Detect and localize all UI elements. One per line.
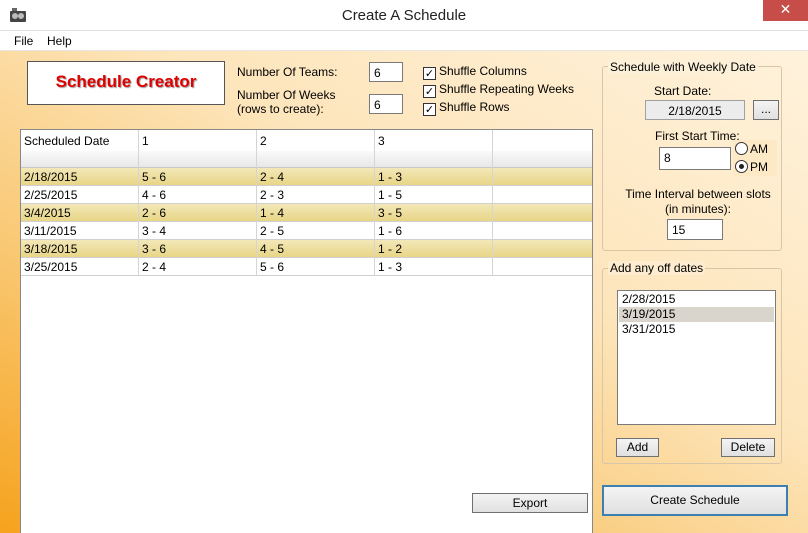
table-row[interactable]: 2/18/2015 5 - 6 2 - 4 1 - 3 [21, 168, 592, 186]
grid-subheader-cell [257, 151, 375, 168]
grid-header: Scheduled Date 1 2 3 [21, 130, 592, 151]
menu-file[interactable]: File [14, 34, 33, 48]
table-cell[interactable]: 1 - 3 [375, 258, 493, 276]
list-item[interactable]: 2/28/2015 [619, 292, 774, 307]
table-cell[interactable]: 3/11/2015 [21, 222, 139, 240]
table-cell[interactable]: 2 - 6 [139, 204, 257, 222]
table-cell[interactable]: 1 - 3 [375, 168, 493, 186]
table-cell[interactable]: 1 - 6 [375, 222, 493, 240]
weeks-label-line2: (rows to create): [237, 102, 324, 116]
pm-radio[interactable]: PM [735, 160, 768, 174]
off-dates-group-title: Add any off dates [608, 261, 706, 275]
list-item[interactable]: 3/31/2015 [619, 322, 774, 337]
shuffle-repeating-weeks-label: Shuffle Repeating Weeks [439, 82, 574, 96]
column-header-date[interactable]: Scheduled Date [21, 130, 139, 151]
teams-label: Number Of Teams: [237, 65, 338, 79]
column-header-3[interactable]: 3 [375, 130, 493, 151]
main-panel: Schedule Creator Number Of Teams: 6 Numb… [0, 51, 808, 533]
table-cell[interactable]: 2/25/2015 [21, 186, 139, 204]
table-cell[interactable] [493, 240, 592, 258]
checkbox-checked-icon: ✓ [423, 67, 436, 80]
table-cell[interactable]: 5 - 6 [257, 258, 375, 276]
table-cell[interactable] [493, 204, 592, 222]
am-radio[interactable]: AM [735, 142, 768, 156]
table-cell[interactable] [493, 168, 592, 186]
weeks-label-line1: Number Of Weeks [237, 88, 336, 102]
schedule-grid[interactable]: Scheduled Date 1 2 3 2/18/2015 5 - 6 2 -… [20, 129, 593, 533]
menu-help[interactable]: Help [47, 34, 72, 48]
export-button[interactable]: Export [472, 493, 588, 513]
logo-box: Schedule Creator [27, 61, 225, 105]
table-cell[interactable]: 3/4/2015 [21, 204, 139, 222]
list-item[interactable]: 3/19/2015 [619, 307, 774, 322]
delete-date-button[interactable]: Delete [721, 438, 775, 457]
table-cell[interactable]: 1 - 4 [257, 204, 375, 222]
column-header-empty [493, 130, 592, 151]
table-cell[interactable]: 2 - 4 [257, 168, 375, 186]
table-cell[interactable]: 5 - 6 [139, 168, 257, 186]
window-title: Create A Schedule [341, 7, 467, 24]
interval-label-line1: Time Interval between slots [625, 187, 771, 201]
table-cell[interactable]: 1 - 5 [375, 186, 493, 204]
grid-subheader-cell [493, 151, 592, 168]
start-date-field[interactable]: 2/18/2015 [645, 100, 745, 120]
first-start-time-input[interactable]: 8 [659, 147, 731, 170]
column-header-2[interactable]: 2 [257, 130, 375, 151]
am-label: AM [750, 142, 768, 156]
grid-subheader-cell [21, 151, 139, 168]
table-cell[interactable]: 2/18/2015 [21, 168, 139, 186]
table-cell[interactable]: 3 - 4 [139, 222, 257, 240]
table-row[interactable]: 3/4/2015 2 - 6 1 - 4 3 - 5 [21, 204, 592, 222]
teams-input[interactable]: 6 [369, 62, 403, 82]
title-bar: Create A Schedule ✕ [0, 0, 808, 31]
shuffle-repeating-weeks-checkbox[interactable]: ✓ Shuffle Repeating Weeks [423, 82, 574, 98]
table-cell[interactable] [493, 222, 592, 240]
table-row[interactable]: 3/25/2015 2 - 4 5 - 6 1 - 3 [21, 258, 592, 276]
create-schedule-button[interactable]: Create Schedule [602, 485, 788, 516]
table-row[interactable]: 3/11/2015 3 - 4 2 - 5 1 - 6 [21, 222, 592, 240]
grid-subheader-cell [139, 151, 257, 168]
checkbox-checked-icon: ✓ [423, 103, 436, 116]
table-cell[interactable]: 2 - 3 [257, 186, 375, 204]
table-row[interactable]: 3/18/2015 3 - 6 4 - 5 1 - 2 [21, 240, 592, 258]
radio-unselected-icon [735, 142, 748, 155]
table-row[interactable]: 2/25/2015 4 - 6 2 - 3 1 - 5 [21, 186, 592, 204]
radio-selected-icon [735, 160, 748, 173]
table-cell[interactable] [493, 186, 592, 204]
checkbox-checked-icon: ✓ [423, 85, 436, 98]
weekly-date-group-title: Schedule with Weekly Date [608, 60, 758, 74]
table-cell[interactable]: 4 - 5 [257, 240, 375, 258]
pm-label: PM [750, 160, 768, 174]
menu-bar: File Help [0, 31, 808, 51]
grid-subheader-cell [375, 151, 493, 168]
start-date-label: Start Date: [654, 84, 712, 98]
table-cell[interactable]: 3/18/2015 [21, 240, 139, 258]
table-cell[interactable]: 3 - 6 [139, 240, 257, 258]
interval-label-line2: (in minutes): [664, 202, 732, 216]
shuffle-options: ✓ Shuffle Columns ✓ Shuffle Repeating Week… [418, 59, 593, 123]
table-cell[interactable]: 3 - 5 [375, 204, 493, 222]
table-cell[interactable]: 2 - 5 [257, 222, 375, 240]
column-header-1[interactable]: 1 [139, 130, 257, 151]
logo-text: Schedule Creator [55, 72, 197, 91]
shuffle-rows-label: Shuffle Rows [439, 100, 510, 114]
close-icon[interactable]: ✕ [763, 0, 808, 21]
shuffle-columns-label: Shuffle Columns [439, 64, 527, 78]
table-cell[interactable]: 1 - 2 [375, 240, 493, 258]
shuffle-columns-checkbox[interactable]: ✓ Shuffle Columns [423, 64, 527, 80]
table-cell[interactable] [493, 258, 592, 276]
table-cell[interactable]: 2 - 4 [139, 258, 257, 276]
weeks-input[interactable]: 6 [369, 94, 403, 114]
interval-input[interactable]: 15 [667, 219, 723, 240]
browse-date-button[interactable]: ... [753, 100, 779, 120]
shuffle-rows-checkbox[interactable]: ✓ Shuffle Rows [423, 100, 509, 116]
off-dates-list[interactable]: 2/28/2015 3/19/2015 3/31/2015 [617, 290, 776, 425]
table-cell[interactable]: 4 - 6 [139, 186, 257, 204]
first-start-time-label: First Start Time: [655, 129, 740, 143]
add-date-button[interactable]: Add [616, 438, 659, 457]
grid-subheader [21, 151, 592, 168]
table-cell[interactable]: 3/25/2015 [21, 258, 139, 276]
